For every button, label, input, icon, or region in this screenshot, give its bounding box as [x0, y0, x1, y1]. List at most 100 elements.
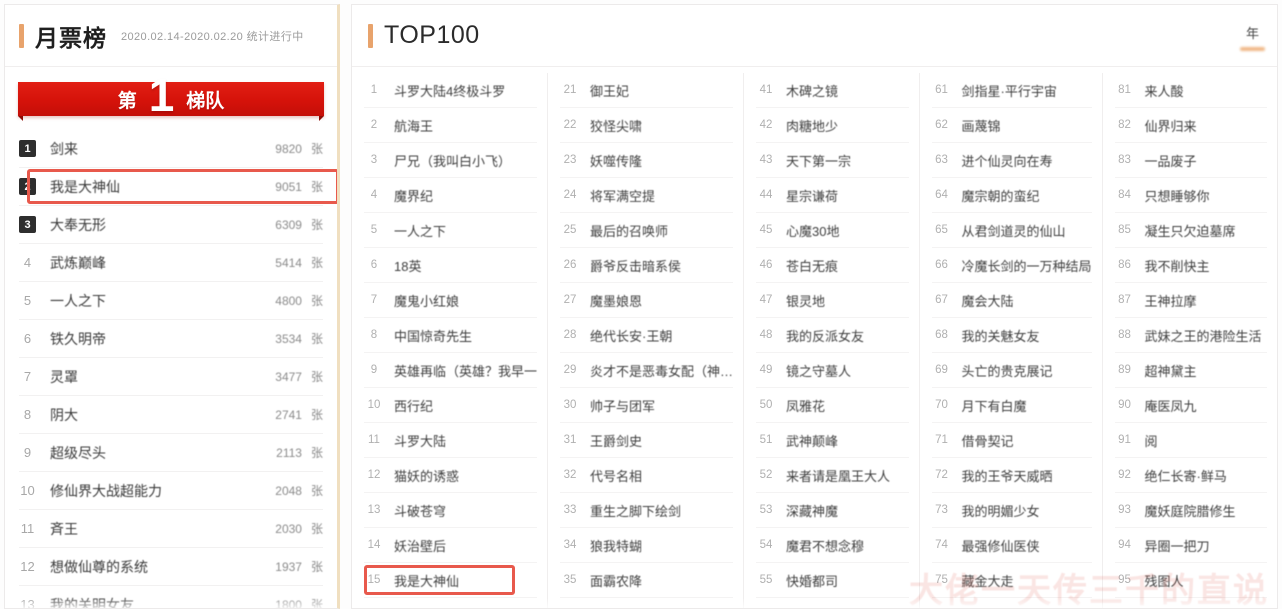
list-item[interactable]: 3 尸兄（我叫白小飞） [364, 143, 538, 178]
list-item[interactable]: 87 王神拉摩 [1114, 283, 1268, 318]
list-item[interactable]: 95 残图人 [1114, 563, 1268, 598]
list-item[interactable]: 85 凝生只欠迫墓席 [1114, 213, 1268, 248]
list-item[interactable]: 2 航海王 [364, 108, 538, 143]
rank-row[interactable]: 7 灵罩 3477 张 [19, 358, 323, 396]
list-item[interactable]: 68 我的关魅女友 [931, 318, 1092, 353]
list-item[interactable]: 30 帅子与团军 [560, 388, 734, 423]
list-item-title: 借骨契记 [961, 433, 1014, 449]
list-item[interactable]: 5 一人之下 [364, 213, 538, 248]
list-item[interactable]: 55 快婚都司 [756, 563, 909, 598]
list-item[interactable]: 31 王爵剑史 [560, 423, 734, 458]
list-item[interactable]: 93 魔妖庭院腊修生 [1114, 493, 1268, 528]
rank-row[interactable]: 3 大奉无形 6309 张 [19, 206, 323, 244]
list-item[interactable]: 65 从君剑道灵的仙山 [931, 213, 1092, 248]
list-item[interactable]: 75 藏金大走 [931, 563, 1092, 598]
list-item[interactable]: 61 剑指星·平行宇宙 [931, 73, 1092, 108]
list-item[interactable]: 32 代号名相 [560, 458, 734, 493]
list-item[interactable]: 86 我不削快主 [1114, 248, 1268, 283]
list-item[interactable]: 15 我是大神仙 [364, 563, 538, 598]
list-item[interactable]: 91 阅 [1114, 423, 1268, 458]
rank-row[interactable]: 13 我的关明女友 1800 张 [19, 586, 323, 609]
list-item[interactable]: 73 我的明媚少女 [931, 493, 1092, 528]
rank-row[interactable]: 11 斉王 2030 张 [19, 510, 323, 548]
tab-year[interactable]: 年 [1246, 23, 1259, 49]
list-item[interactable]: 44 星宗谦荷 [756, 178, 909, 213]
list-item[interactable]: 13 斗破苍穹 [364, 493, 538, 528]
list-item[interactable]: 70 月下有白魔 [931, 388, 1092, 423]
list-item[interactable]: 84 只想睡够你 [1114, 178, 1268, 213]
list-item[interactable]: 27 魔墨娘恩 [560, 283, 734, 318]
list-item[interactable]: 35 面霸农降 [560, 563, 734, 598]
list-item[interactable]: 67 魔会大陆 [931, 283, 1092, 318]
rank-row[interactable]: 4 武炼巅峰 5414 张 [19, 244, 323, 282]
list-item-title: 银灵地 [786, 293, 826, 309]
list-item[interactable]: 89 超神黛主 [1114, 353, 1268, 388]
list-item[interactable]: 10 西行纪 [364, 388, 538, 423]
list-item[interactable]: 6 18英 [364, 248, 538, 283]
rank-row[interactable]: 2 我是大神仙 9051 张 [19, 168, 337, 206]
list-item[interactable]: 7 魔鬼小红娘 [364, 283, 538, 318]
list-item[interactable]: 88 武妹之王的港险生活 [1114, 318, 1268, 353]
list-item[interactable]: 29 炎才不是恶毒女配（神… [560, 353, 734, 388]
list-item[interactable]: 81 来人酸 [1114, 73, 1268, 108]
list-item[interactable]: 71 借骨契记 [931, 423, 1092, 458]
list-item[interactable]: 52 来者请是凰王大人 [756, 458, 909, 493]
rank-row[interactable]: 12 想做仙尊的系统 1937 张 [19, 548, 323, 586]
rank-row[interactable]: 6 铁久明帝 3534 张 [19, 320, 323, 358]
list-item[interactable]: 9 英雄再临（英雄？我早一 [364, 353, 538, 388]
list-item-index: 50 [759, 399, 773, 411]
list-item[interactable]: 26 爵爷反击暗系侯 [560, 248, 734, 283]
list-item[interactable]: 90 庵医凤九 [1114, 388, 1268, 423]
list-item[interactable]: 51 武神颠峰 [756, 423, 909, 458]
list-item[interactable]: 43 天下第一宗 [756, 143, 909, 178]
list-item[interactable]: 46 苍白无痕 [756, 248, 909, 283]
list-item[interactable]: 74 最强修仙医侠 [931, 528, 1092, 563]
list-item[interactable]: 63 进个仙灵向在寿 [931, 143, 1092, 178]
list-item[interactable]: 48 我的反派女友 [756, 318, 909, 353]
list-item[interactable]: 56妖娆记 [756, 598, 908, 608]
rank-row[interactable]: 9 超级尽头 2113 张 [19, 434, 323, 472]
list-item[interactable]: 53 深藏神魔 [756, 493, 909, 528]
list-item[interactable]: 28 绝代长安·王朝 [560, 318, 734, 353]
list-item[interactable]: 72 我的王爷天威晒 [931, 458, 1092, 493]
list-item[interactable]: 66 冷魔长剑的一万种结局 [931, 248, 1092, 283]
list-item[interactable]: 16情蛊不要醒！ [364, 598, 537, 608]
list-item[interactable]: 4 魔界纪 [364, 178, 538, 213]
list-item[interactable]: 69 头亡的贵克展记 [931, 353, 1092, 388]
list-item[interactable]: 54 魔君不想念穆 [756, 528, 909, 563]
list-item[interactable]: 47 银灵地 [756, 283, 909, 318]
list-item[interactable]: 82 仙界归来 [1114, 108, 1268, 143]
list-item[interactable]: 64 魔宗朝的蛮纪 [931, 178, 1092, 213]
list-item[interactable]: 21 御王妃 [560, 73, 734, 108]
list-item[interactable]: 92 绝仁长寄·鲜马 [1114, 458, 1268, 493]
list-item[interactable]: 22 狡怪尖啸 [560, 108, 734, 143]
list-item[interactable]: 8 中国惊奇先生 [364, 318, 538, 353]
list-item[interactable]: 36化龙记 [560, 598, 733, 608]
list-item[interactable]: 11 斗罗大陆 [364, 423, 538, 458]
list-item[interactable]: 34 狼我特蝴 [560, 528, 734, 563]
list-item[interactable]: 42 肉糖地少 [756, 108, 909, 143]
list-item[interactable]: 50 凤雅花 [756, 388, 909, 423]
list-item[interactable]: 14 妖治壁后 [364, 528, 538, 563]
rank-row[interactable]: 5 一人之下 4800 张 [19, 282, 323, 320]
list-item[interactable]: 45 心魔30地 [756, 213, 909, 248]
list-item[interactable]: 33 重生之脚下绘剑 [560, 493, 734, 528]
rank-row[interactable]: 8 阴大 2741 张 [19, 396, 323, 434]
list-item[interactable]: 62 画蔑锦 [931, 108, 1092, 143]
list-item-index: 68 [935, 329, 948, 341]
list-item-index: 11 [368, 434, 380, 446]
list-item[interactable]: 1 斗罗大陆4终极斗罗 [364, 73, 538, 108]
list-item[interactable]: 41 木碑之镜 [756, 73, 909, 108]
list-item-title: 狼我特蝴 [590, 538, 643, 554]
list-item[interactable]: 12 猫妖的诱惑 [364, 458, 538, 493]
rank-row[interactable]: 1 剑来 9820 张 [19, 130, 323, 168]
list-item[interactable]: 49 镜之守墓人 [756, 353, 909, 388]
list-item[interactable]: 24 将军满空提 [560, 178, 734, 213]
list-item[interactable]: 94 异圈一把刀 [1114, 528, 1268, 563]
list-item[interactable]: 76惊真翻天剧 [932, 598, 1092, 608]
list-item[interactable]: 25 最后的召唤师 [560, 213, 734, 248]
list-item[interactable]: 23 妖噬传隆 [560, 143, 734, 178]
list-item[interactable]: 96武道仙路 [1115, 598, 1267, 608]
list-item[interactable]: 83 一品废子 [1114, 143, 1268, 178]
rank-row[interactable]: 10 修仙界大战超能力 2048 张 [19, 472, 323, 510]
